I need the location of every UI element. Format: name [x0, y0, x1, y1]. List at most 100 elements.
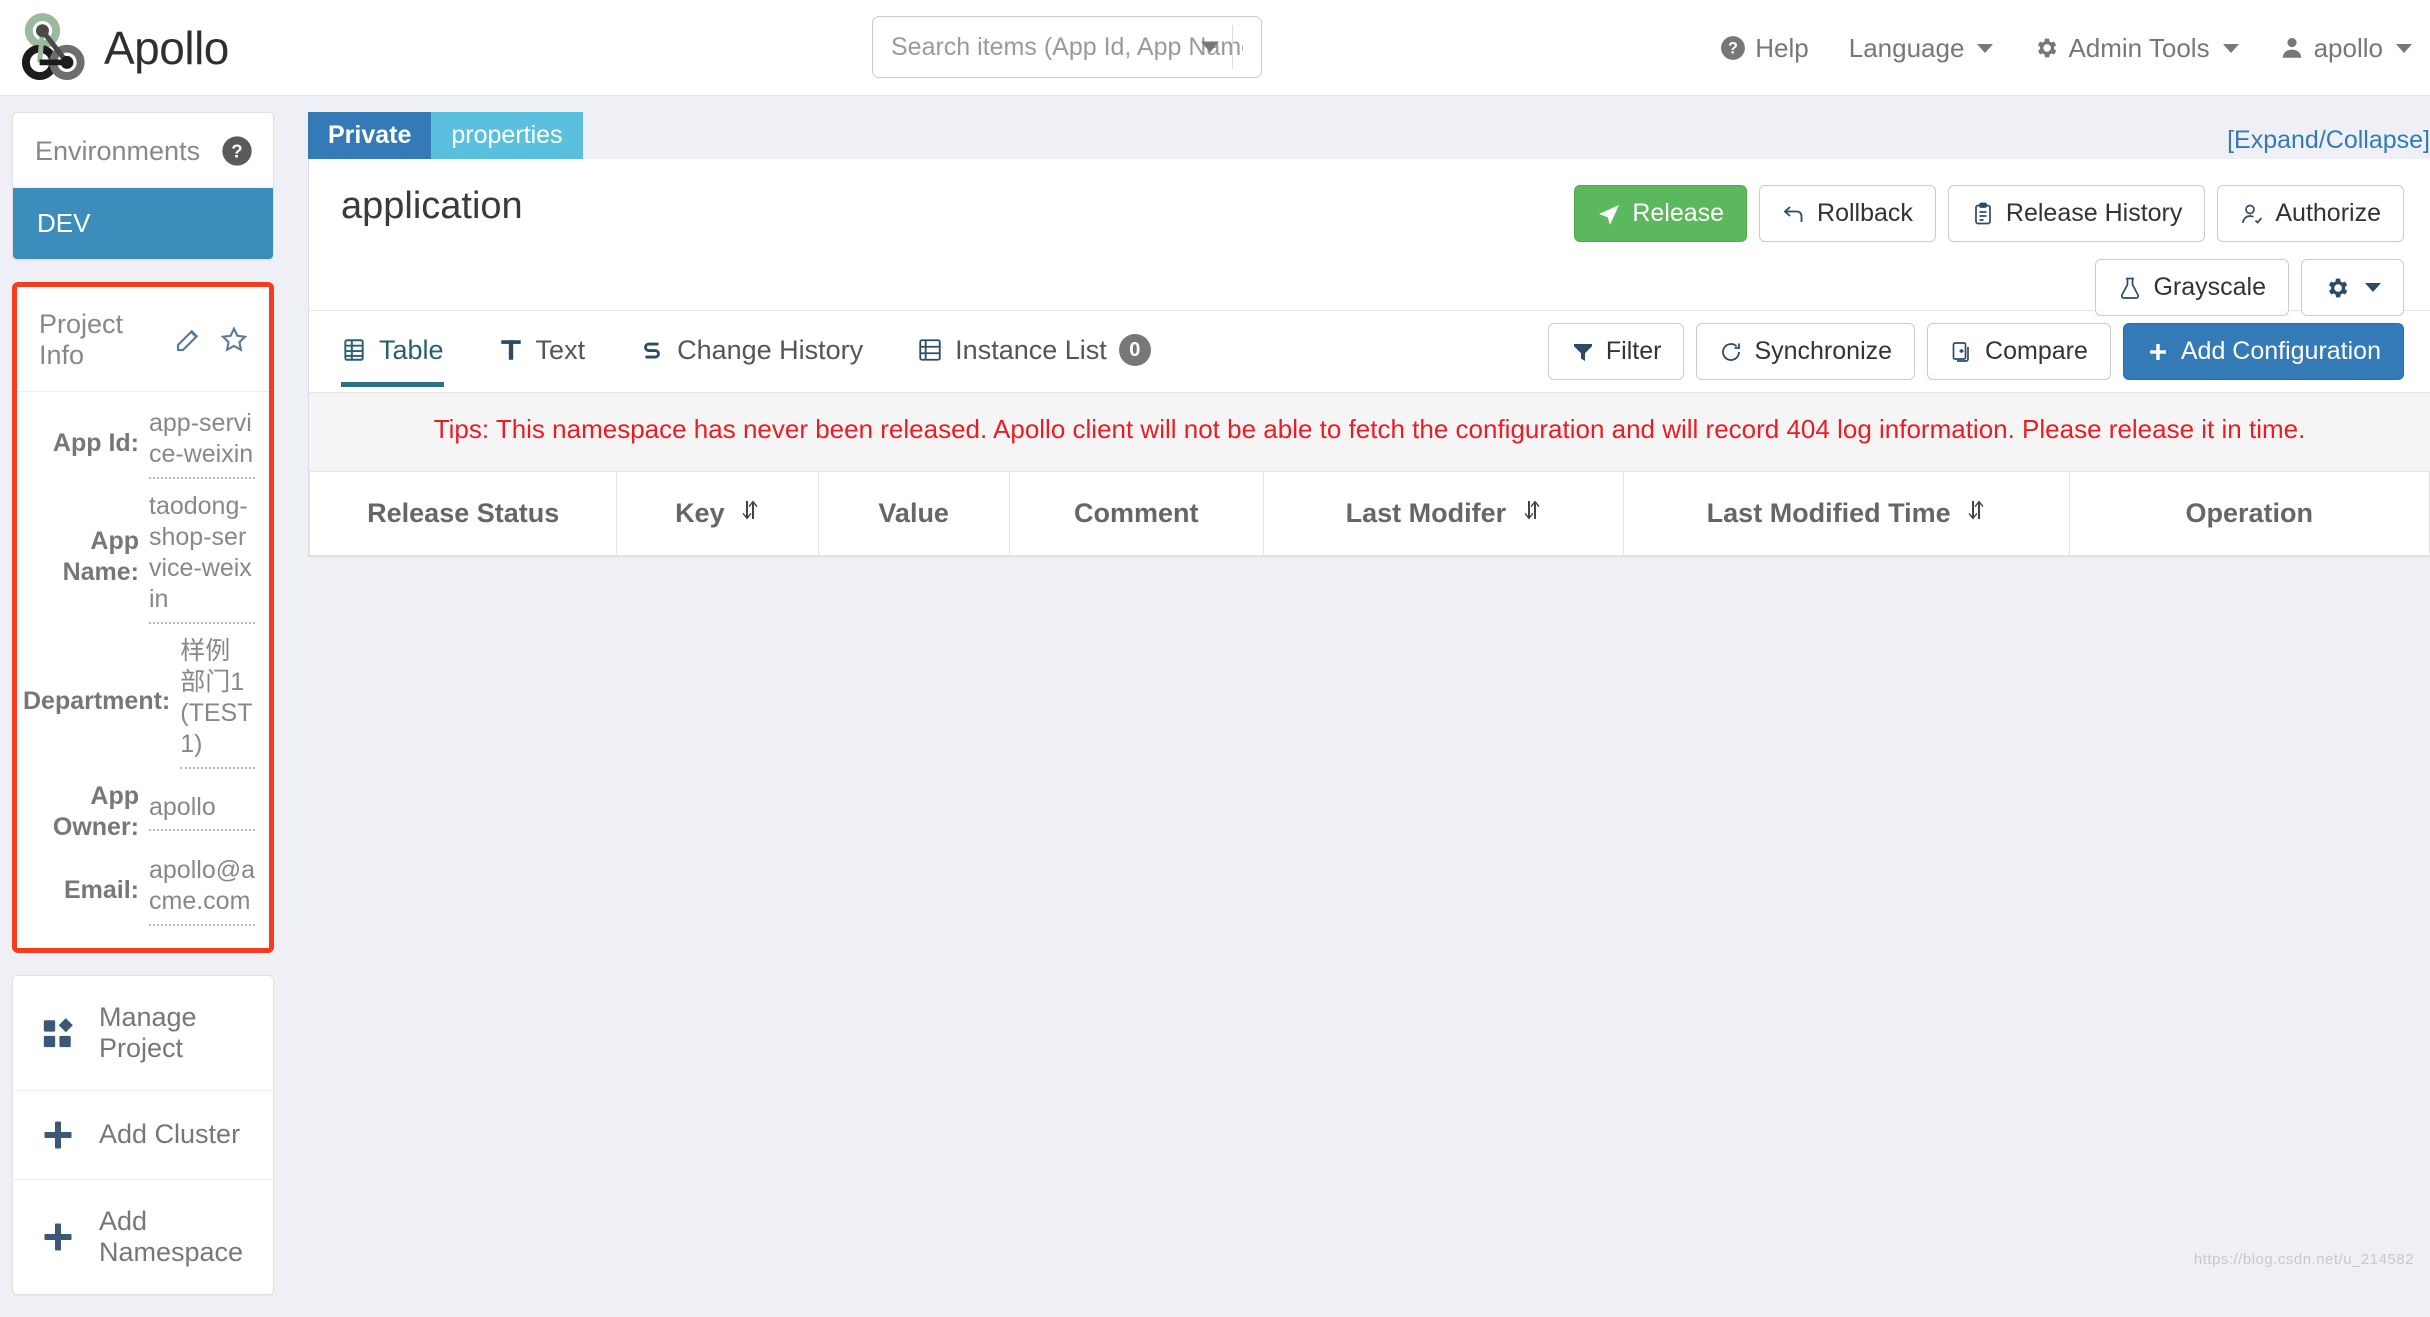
svg-text:?: ? [231, 141, 242, 162]
nav-label-help: Help [1755, 32, 1809, 63]
column-key[interactable]: Key [616, 471, 819, 556]
column-value: Value [817, 471, 1010, 556]
column-label: Value [878, 497, 949, 528]
squares-icon [35, 1016, 81, 1050]
field-value-wrap: apollo@acme.com [149, 855, 255, 926]
brand-logo[interactable]: Apollo [18, 12, 229, 84]
question-circle-icon[interactable]: ? [221, 135, 253, 167]
environments-panel-header: Environments ? [13, 113, 273, 188]
field-value-wrap: taodong-shop-service-weixin [149, 491, 255, 624]
release-history-button[interactable]: Release History [1947, 185, 2206, 242]
secondary-action-buttons: Grayscale [2095, 259, 2404, 316]
sort-arrows-icon[interactable] [1966, 498, 1986, 529]
search-divider [1232, 25, 1233, 69]
rollback-button[interactable]: Rollback [1759, 185, 1936, 242]
page-body: Environments ? DEV Project Info App Id: … [0, 96, 2430, 1317]
column-last-modifier[interactable]: Last Modifer [1262, 471, 1625, 556]
plus-icon [2146, 340, 2170, 364]
filter-button[interactable]: Filter [1547, 323, 1685, 380]
tab-label: Table [379, 334, 444, 365]
sidebar-item-label: Manage Project [99, 1001, 197, 1063]
field-label: App Id: [52, 428, 139, 457]
field-value: apollo@acme.com [149, 856, 256, 916]
watermark-text: https://blog.csdn.net/u_214582 [2193, 1251, 2414, 1268]
add-configuration-button[interactable]: Add Configuration [2122, 323, 2404, 380]
nav-item-help[interactable]: ? Help [1720, 32, 1809, 64]
chevron-down-icon [2396, 43, 2412, 53]
tab-change-history[interactable]: Change History [639, 317, 863, 387]
search-box[interactable] [872, 16, 1262, 78]
field-label: App Owner: [52, 781, 139, 841]
badge-properties[interactable]: properties [431, 112, 583, 159]
sidebar-item-label: Add Namespace [99, 1205, 244, 1267]
top-navigation-bar: Apollo ? Help Language Admin Tools [0, 0, 2430, 96]
search-input[interactable] [889, 31, 1245, 63]
badge-private[interactable]: Private [308, 112, 432, 159]
sidebar-item-env-dev[interactable]: DEV [13, 188, 273, 259]
nav-label-user: apollo [2313, 32, 2383, 63]
field-value: 样例部门1(TEST1) [180, 636, 253, 759]
table-header-row: Release Status Key Value Comment Last Mo… [308, 471, 2430, 556]
sidebar-menu-panel: Manage Project Add Cluster Add Namespace [12, 974, 274, 1295]
add-configuration-button-label: Add Configuration [2180, 337, 2381, 365]
column-label: Comment [1074, 497, 1199, 528]
project-info-row-department: Department: 样例部门1(TEST1) [23, 630, 255, 775]
synchronize-button[interactable]: Synchronize [1696, 323, 1916, 380]
sort-arrows-icon[interactable] [1522, 498, 1542, 529]
compare-button-label: Compare [1985, 337, 2088, 365]
tab-action-buttons: Filter Synchronize Compare Add Configura… [1547, 323, 2404, 380]
user-icon [2279, 35, 2305, 61]
rollback-button-label: Rollback [1817, 199, 1913, 227]
expand-collapse-link[interactable]: [Expand/Collapse] [2227, 126, 2430, 155]
namespace-badges: Private properties [Expand/Collapse] [308, 112, 2430, 159]
sort-arrows-icon[interactable] [740, 498, 760, 529]
star-icon[interactable] [219, 325, 249, 355]
field-value: app-service-weixin [149, 409, 254, 469]
tab-text[interactable]: Text [498, 317, 586, 387]
edit-pencil-icon[interactable] [173, 325, 203, 355]
sidebar-item-add-namespace[interactable]: Add Namespace [13, 1180, 273, 1294]
search-container[interactable] [872, 16, 1262, 78]
nav-item-language[interactable]: Language [1849, 33, 1994, 64]
grayscale-button[interactable]: Grayscale [2095, 259, 2289, 316]
paper-plane-icon [1597, 202, 1621, 226]
tab-label: Text [535, 334, 586, 365]
field-label: Department: [23, 687, 171, 716]
release-button[interactable]: Release [1574, 185, 1748, 242]
configuration-table-head: Release Status Key Value Comment Last Mo… [308, 471, 2430, 556]
field-label: App Name: [62, 526, 139, 586]
text-t-icon [498, 337, 524, 363]
project-info-panel: Project Info App Id: app-service-weixin … [17, 287, 269, 948]
project-info-title: Project Info [39, 309, 124, 370]
sidebar-item-manage-project[interactable]: Manage Project [13, 976, 273, 1091]
tab-label: Instance List [955, 334, 1107, 365]
plus-icon [35, 1219, 81, 1255]
sidebar-item-add-cluster[interactable]: Add Cluster [13, 1091, 273, 1180]
release-history-button-label: Release History [2005, 199, 2183, 227]
caret-down-icon[interactable] [1201, 41, 1219, 53]
settings-dropdown-button[interactable] [2301, 259, 2404, 316]
field-value-wrap: app-service-weixin [149, 408, 255, 479]
nav-right-group: ? Help Language Admin Tools apollo [1720, 0, 2412, 96]
sidebar-item-label: Add Cluster [99, 1119, 241, 1149]
project-info-row-app-id: App Id: app-service-weixin [23, 402, 255, 485]
column-last-modified-time[interactable]: Last Modified Time [1623, 471, 2070, 556]
project-info-row-email: Email: apollo@acme.com [23, 849, 255, 932]
apollo-logo-icon [18, 12, 90, 84]
column-comment: Comment [1008, 471, 1264, 556]
main-content: Private properties [Expand/Collapse] app… [308, 112, 2430, 557]
filter-icon [1571, 340, 1595, 364]
authorize-button[interactable]: Authorize [2217, 185, 2404, 242]
compare-button[interactable]: Compare [1927, 323, 2111, 380]
column-label: Operation [2185, 497, 2314, 528]
tab-label: Change History [677, 334, 864, 365]
nav-item-user[interactable]: apollo [2279, 33, 2412, 64]
tab-instance-list[interactable]: Instance List 0 [917, 316, 1151, 387]
primary-action-buttons: Release Rollback Release History Authori… [1574, 185, 2404, 242]
grayscale-button-label: Grayscale [2153, 273, 2266, 301]
chevron-down-icon [2222, 43, 2239, 53]
field-label: Email: [63, 875, 139, 904]
column-label: Release Status [367, 497, 560, 528]
nav-item-admin-tools[interactable]: Admin Tools [2033, 33, 2239, 64]
tab-table[interactable]: Table [341, 317, 444, 387]
